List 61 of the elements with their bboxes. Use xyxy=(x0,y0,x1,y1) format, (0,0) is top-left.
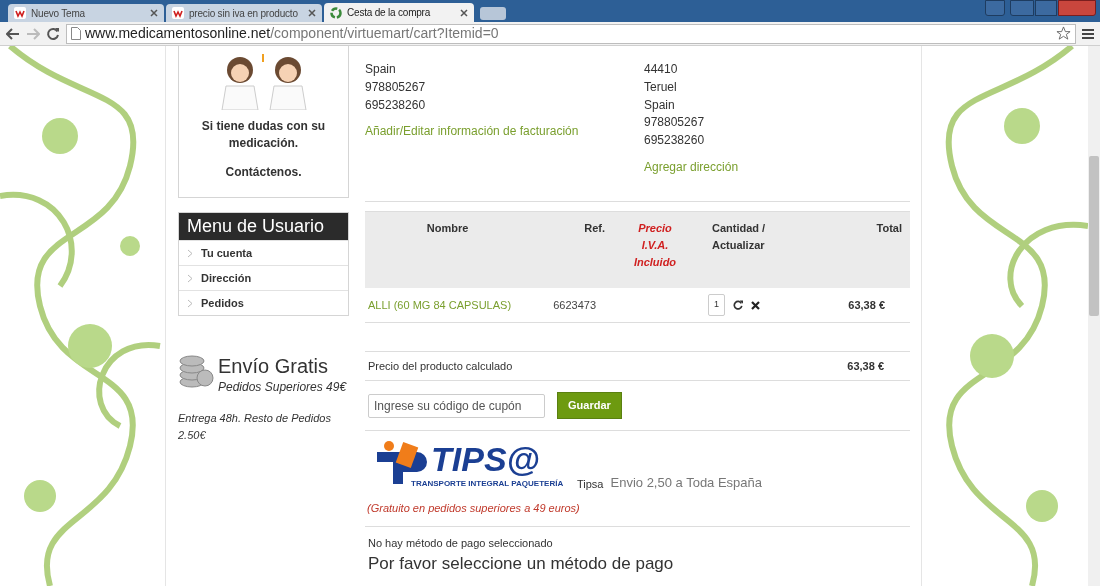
close-icon[interactable] xyxy=(150,9,158,17)
logo-tagline: TRANSPORTE INTEGRAL PAQUETERÍA xyxy=(411,478,564,490)
logo-wordmark: TIPS@ xyxy=(431,440,541,478)
chevron-icon xyxy=(187,248,193,258)
column-header: Nombre xyxy=(425,221,470,236)
star-icon[interactable] xyxy=(1056,26,1071,41)
delete-icon[interactable] xyxy=(751,300,760,310)
browser-tab[interactable]: Cesta de la compra xyxy=(324,3,474,22)
table-cell-text: 6623473 xyxy=(552,297,597,313)
close-icon[interactable] xyxy=(460,8,468,17)
scrollbar-thumb[interactable] xyxy=(1089,156,1099,316)
address-line: 44410 xyxy=(644,61,679,78)
address-line: Spain xyxy=(644,96,676,114)
browser-tab[interactable]: precio sin iva en producto xyxy=(166,4,322,22)
browser-tab[interactable]: Nuevo Tema xyxy=(8,4,164,22)
tab-title: Nuevo Tema xyxy=(31,6,86,21)
address-line: 978805267 xyxy=(365,79,427,96)
address-line: Spain xyxy=(365,61,397,78)
payment-heading: Por favor seleccione un método de pago xyxy=(367,553,675,575)
back-icon[interactable] xyxy=(6,26,20,41)
promo-note: Entrega 48h. Resto de Pedidos 2.50€ xyxy=(178,411,332,443)
subtotal-value: 63,38 € xyxy=(847,358,884,374)
help-text: Contáctenos. xyxy=(225,164,302,181)
column-header: Ref. xyxy=(583,221,606,236)
promo-title: Envío Gratis xyxy=(218,354,330,378)
column-header: Precio I.V.A. Incluido xyxy=(632,221,678,270)
site-icon xyxy=(172,7,184,19)
payment-message: No hay método de pago seleccionado xyxy=(367,535,554,551)
menu-item[interactable]: Pedidos xyxy=(179,290,348,315)
recycle-icon xyxy=(330,6,342,19)
shipping-description: Envio 2,50 a Toda España xyxy=(610,473,763,492)
page-icon xyxy=(71,27,81,40)
address-line: Teruel xyxy=(644,78,678,96)
subtotal-label: Precio del producto calculado xyxy=(368,358,513,374)
chevron-icon xyxy=(187,273,193,283)
address-line: 695238260 xyxy=(365,97,427,114)
column-header: Cantidad / Actualizar xyxy=(711,221,767,253)
shipping-note: (Gratuito en pedidos superiores a 49 euros) xyxy=(367,501,581,516)
help-text: Si tiene dudas con su medicación. xyxy=(200,118,327,152)
coins-icon xyxy=(178,354,214,390)
chevron-icon xyxy=(187,298,193,308)
table-cell-text: 63,38 € xyxy=(847,297,886,313)
close-icon[interactable] xyxy=(308,9,316,17)
address-line: 695238260 xyxy=(644,132,706,150)
column-header: Total xyxy=(875,221,903,236)
coupon-field[interactable]: Ingrese su código de cupón xyxy=(368,393,545,418)
url-text: www.medicamentosonline.net/component/virtuemart/cart?Itemid=0 xyxy=(85,24,499,43)
reload-icon[interactable] xyxy=(46,26,60,41)
tab-title: precio sin iva en producto xyxy=(189,6,299,21)
tab-title: Cesta de la compra xyxy=(347,6,432,20)
refresh-icon[interactable] xyxy=(733,300,743,310)
menu-icon[interactable] xyxy=(1082,27,1094,40)
menu-heading: Menu de Usuario xyxy=(179,213,348,240)
site-icon xyxy=(14,7,26,19)
menu-item[interactable]: Tu cuenta xyxy=(179,240,348,265)
quantity-field[interactable]: 1 xyxy=(708,294,725,316)
menu-item[interactable]: Dirección xyxy=(179,265,348,290)
address-bar[interactable]: www.medicamentosonline.net/component/virtuemart/cart?Itemid=0 xyxy=(66,23,1076,44)
promo-subtitle: Pedidos Superiores 49€ xyxy=(218,379,347,396)
carrier-name: Tipsa xyxy=(577,476,604,492)
address-line: 978805267 xyxy=(644,114,706,132)
